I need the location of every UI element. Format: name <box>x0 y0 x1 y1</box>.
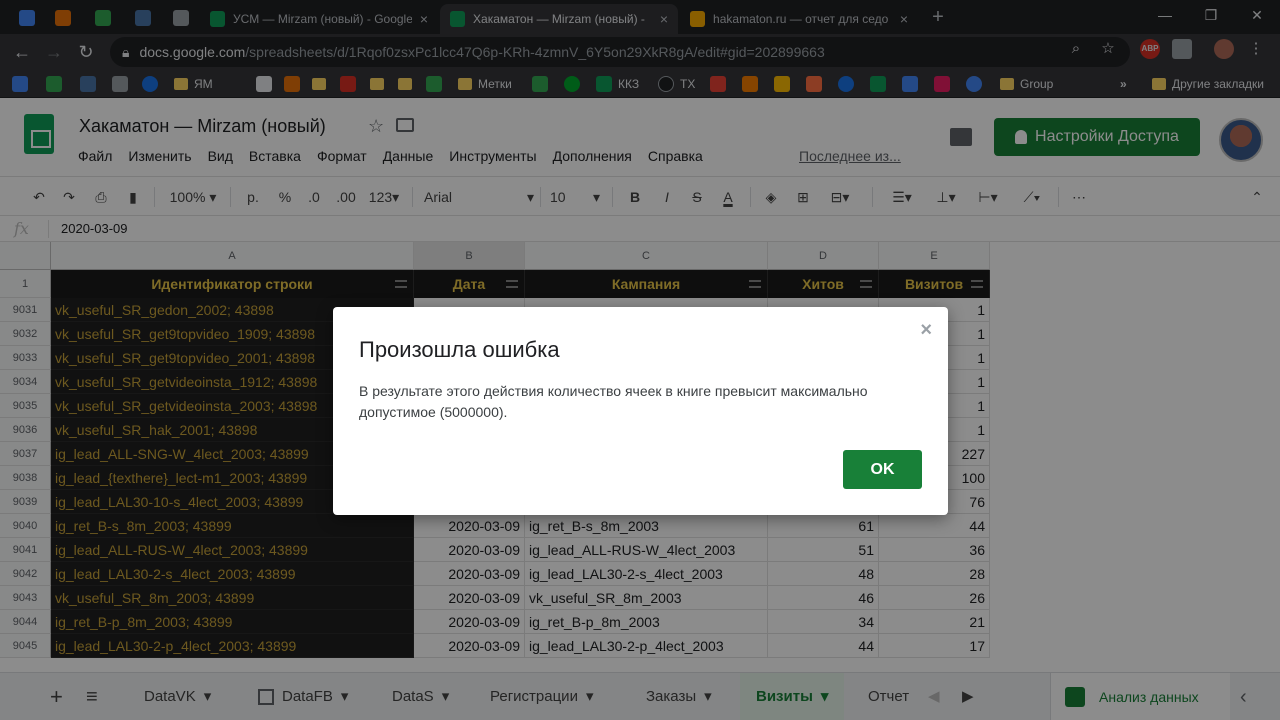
dialog-title: Произошла ошибка <box>359 337 560 362</box>
dialog-message: В результате этого действия количество я… <box>359 383 868 420</box>
error-dialog: × Произошла ошибка В результате этого де… <box>333 307 948 515</box>
ok-button[interactable]: OK <box>843 450 922 489</box>
close-icon[interactable]: × <box>920 319 932 342</box>
